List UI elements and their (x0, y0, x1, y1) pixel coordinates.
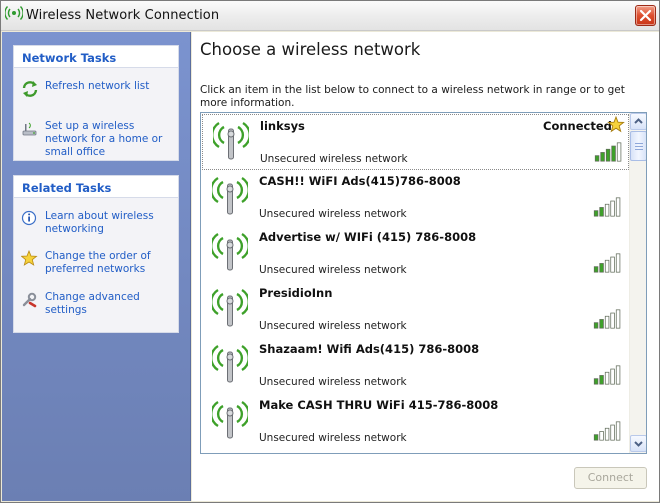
network-name: linksys (260, 119, 305, 133)
wireless-setup-icon (22, 122, 37, 136)
change-preferred-order-label: Change the order of preferred networks (45, 250, 151, 275)
wireless-network-window: Wireless Network Connection Network Task… (0, 0, 660, 503)
learn-wireless-label: Learn about wireless networking (45, 210, 154, 235)
network-name: Make CASH THRU WiFi 415-786-8008 (259, 398, 499, 412)
settings-tools-icon (22, 292, 37, 308)
title-bar[interactable]: Wireless Network Connection (1, 1, 659, 31)
task-sidebar: Network Tasks Refresh network list Set u… (2, 32, 191, 501)
wireless-antenna-icon (212, 400, 248, 439)
signal-strength-icon (593, 365, 621, 385)
wireless-antenna-icon (212, 232, 248, 271)
wireless-antenna-icon (212, 344, 248, 383)
window-title: Wireless Network Connection (26, 8, 220, 23)
close-icon (639, 9, 652, 22)
chevron-down-icon (634, 441, 643, 447)
signal-strength-icon (593, 197, 621, 217)
connection-status: Connected (543, 119, 612, 133)
signal-strength-icon (593, 421, 621, 441)
page-title: Choose a wireless network (200, 40, 421, 59)
refresh-network-list-label: Refresh network list (45, 80, 150, 92)
network-list: linksys Unsecured wireless network Conne… (200, 112, 647, 454)
network-item[interactable]: Advertise w/ WIFi (415) 786-8008 Unsecur… (202, 226, 629, 282)
network-security: Unsecured wireless network (259, 208, 407, 220)
network-item[interactable]: PresidioInn Unsecured wireless network (202, 282, 629, 338)
network-item[interactable]: Make CASH THRU WiFi 415-786-8008 Unsecur… (202, 394, 629, 450)
list-scrollbar[interactable] (629, 113, 646, 453)
change-preferred-order-link[interactable]: Change the order of preferred networks (21, 250, 173, 278)
network-security: Unsecured wireless network (259, 320, 407, 332)
refresh-network-list-link[interactable]: Refresh network list (21, 80, 173, 98)
signal-strength-icon (593, 309, 621, 329)
connect-button[interactable]: Connect (574, 467, 647, 489)
star-icon (21, 250, 38, 266)
scroll-thumb[interactable] (630, 131, 646, 161)
network-tasks-panel: Network Tasks Refresh network list Set u… (13, 45, 179, 161)
chevron-up-icon (634, 118, 643, 124)
network-tasks-header[interactable]: Network Tasks (14, 46, 178, 68)
network-name: PresidioInn (259, 286, 333, 300)
change-advanced-settings-label: Change advanced settings (45, 291, 140, 316)
change-advanced-settings-link[interactable]: Change advanced settings (21, 291, 173, 319)
network-security: Unsecured wireless network (260, 153, 408, 165)
network-name: Advertise w/ WIFi (415) 786-8008 (259, 230, 477, 244)
related-tasks-header[interactable]: Related Tasks (14, 176, 178, 198)
star-icon (607, 116, 625, 133)
wireless-antenna-icon (213, 121, 249, 160)
related-tasks-panel: Related Tasks Learn about wireless netwo… (13, 175, 179, 333)
scroll-down-button[interactable] (630, 435, 646, 452)
network-name: Shazaam! Wifi Ads(415) 786-8008 (259, 342, 480, 356)
wireless-antenna-icon (212, 288, 248, 327)
network-security: Unsecured wireless network (259, 264, 407, 276)
scroll-up-button[interactable] (630, 113, 646, 130)
signal-strength-icon (594, 142, 622, 162)
instructions-text: Click an item in the list below to conne… (200, 84, 625, 109)
info-icon (21, 210, 37, 226)
network-item[interactable]: Shazaam! Wifi Ads(415) 786-8008 Unsecure… (202, 338, 629, 394)
learn-wireless-link[interactable]: Learn about wireless networking (21, 210, 173, 238)
wireless-antenna-icon (212, 176, 248, 215)
network-security: Unsecured wireless network (259, 432, 407, 444)
network-item[interactable]: CASH!! WiFI Ads(415)786-8008 Unsecured w… (202, 170, 629, 226)
refresh-icon (22, 81, 38, 97)
network-item[interactable]: linksys Unsecured wireless network Conne… (202, 114, 629, 170)
network-name: CASH!! WiFI Ads(415)786-8008 (259, 174, 461, 188)
close-button[interactable] (635, 5, 656, 26)
setup-wireless-network-label: Set up a wireless network for a home or … (45, 120, 163, 158)
main-content: Choose a wireless network Click an item … (192, 32, 659, 501)
signal-strength-icon (593, 253, 621, 273)
wireless-icon (5, 6, 23, 20)
setup-wireless-network-link[interactable]: Set up a wireless network for a home or … (21, 120, 173, 158)
network-security: Unsecured wireless network (259, 376, 407, 388)
